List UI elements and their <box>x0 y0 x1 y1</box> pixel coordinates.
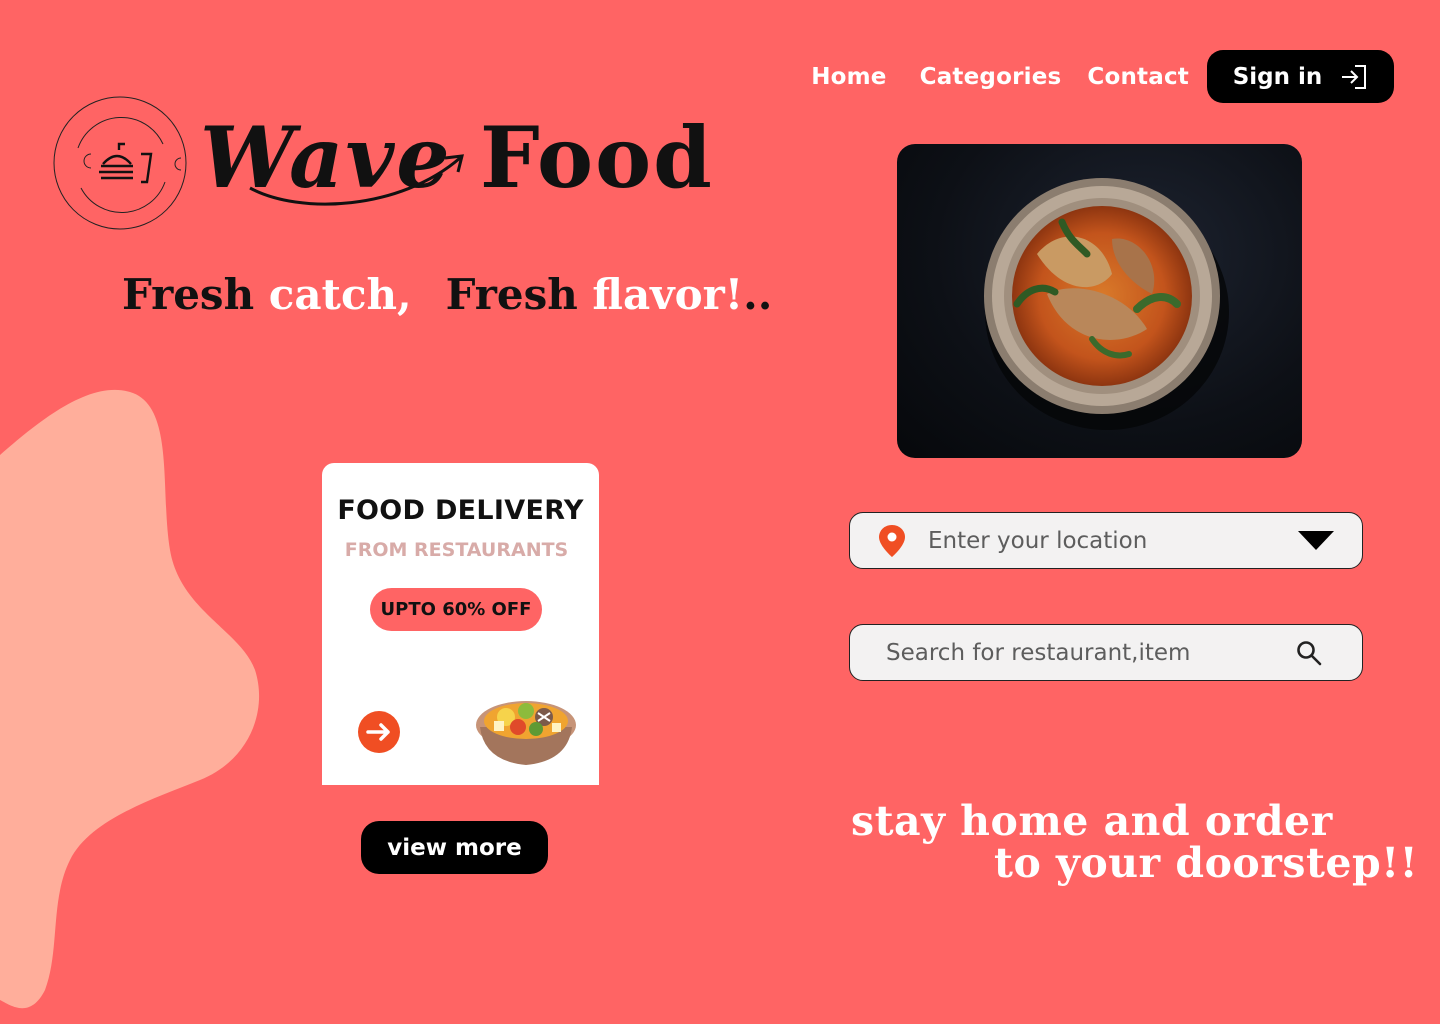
tagline-word: .. <box>743 270 773 319</box>
nav-contact-link[interactable]: Contact <box>1087 64 1189 90</box>
top-nav: Home Categories Contact Sign in <box>811 50 1394 103</box>
tagline-word: flavor! <box>592 270 744 319</box>
logo-emblem-icon <box>53 96 187 230</box>
tagline-word: Fresh <box>122 270 255 319</box>
decorative-blob <box>0 389 260 1009</box>
location-pin-icon <box>879 524 905 557</box>
hero-food-image <box>897 144 1302 458</box>
sign-in-button[interactable]: Sign in <box>1207 50 1394 103</box>
slogan: stay home and order to your doorstep!! <box>851 800 1418 884</box>
tagline: Fresh catch, Fresh flavor!.. <box>122 270 772 319</box>
food-bowl-icon <box>476 701 576 765</box>
tagline-word: catch, <box>268 270 412 319</box>
discount-badge: UPTO 60% OFF <box>370 588 542 631</box>
sign-in-label: Sign in <box>1232 63 1323 90</box>
location-input[interactable] <box>928 513 1278 568</box>
view-more-button[interactable]: view more <box>361 821 548 874</box>
nav-categories-link[interactable]: Categories <box>920 64 1062 90</box>
sign-in-icon <box>1342 64 1367 89</box>
promo-card[interactable]: FOOD DELIVERY FROM RESTAURANTS UPTO 60% … <box>322 463 599 785</box>
search-icon[interactable] <box>1296 640 1322 666</box>
slogan-line1: stay home and order <box>851 797 1333 845</box>
brand-name-part2: Food <box>480 108 714 207</box>
search-field[interactable] <box>849 624 1363 681</box>
promo-title: FOOD DELIVERY <box>337 495 584 526</box>
tagline-word: Fresh <box>445 270 578 319</box>
location-dropdown-icon[interactable] <box>1298 530 1334 551</box>
slogan-line2: to your doorstep!! <box>994 839 1419 887</box>
location-field[interactable] <box>849 512 1363 569</box>
nav-home-link[interactable]: Home <box>811 64 886 90</box>
search-input[interactable] <box>886 625 1286 680</box>
arrow-right-icon[interactable] <box>357 710 401 754</box>
promo-subtitle: FROM RESTAURANTS <box>344 539 569 561</box>
brand-swoosh-icon <box>249 154 464 206</box>
